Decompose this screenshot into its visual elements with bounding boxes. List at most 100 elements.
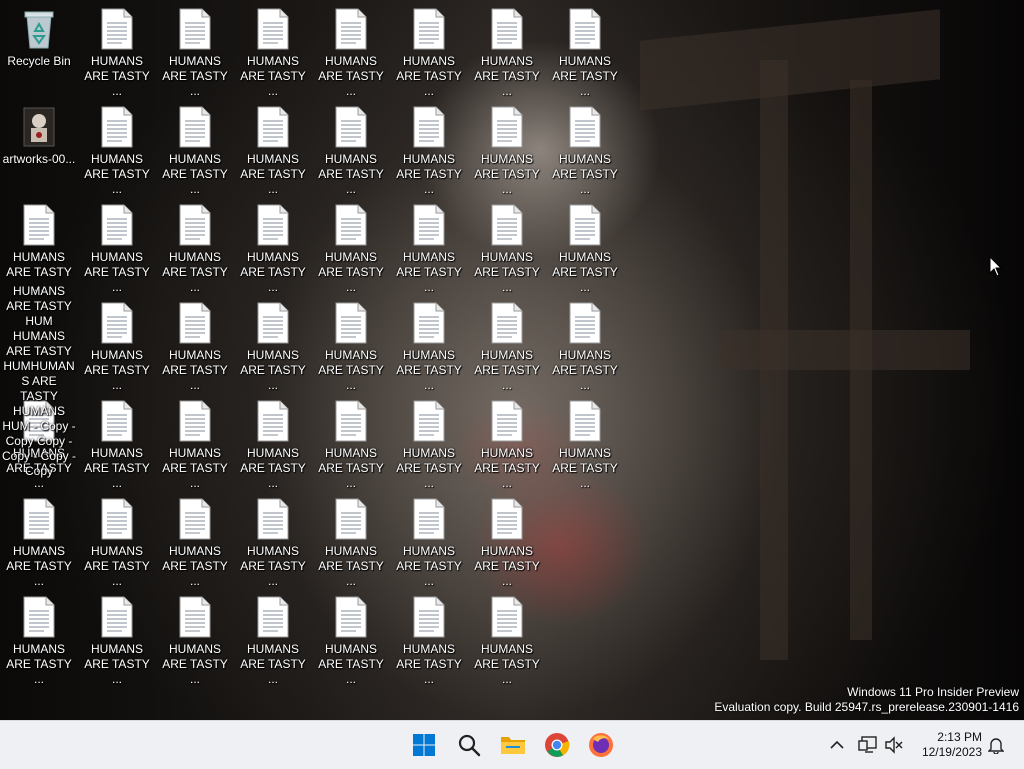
- text-document-icon: [23, 596, 55, 638]
- text-file[interactable]: HUMANS ARE TASTY ...: [391, 498, 467, 589]
- desktop-icon-label: HUMANS ARE TASTY ...: [240, 54, 306, 98]
- text-file[interactable]: HUMANS ARE TASTY ...: [313, 498, 389, 589]
- text-document-icon: [257, 8, 289, 50]
- wallpaper-chair-arm: [720, 330, 970, 370]
- text-document-icon: [101, 498, 133, 540]
- text-document-icon: [179, 596, 211, 638]
- text-file[interactable]: HUMANS ARE TASTY ...: [391, 106, 467, 197]
- text-file[interactable]: HUMANS ARE TASTY ...: [391, 302, 467, 393]
- text-file[interactable]: HUMANS ARE TASTY ...: [547, 302, 623, 393]
- text-file[interactable]: HUMANS ARE TASTY ...: [235, 204, 311, 295]
- desktop-icon-label: HUMANS ARE TASTY ...: [318, 152, 384, 196]
- text-file[interactable]: HUMANS ARE TASTY ...: [547, 106, 623, 197]
- text-document-icon: [335, 106, 367, 148]
- search-icon: [458, 734, 481, 757]
- desktop-icon-label: HUMANS ARE TASTY ...: [318, 446, 384, 490]
- text-file[interactable]: HUMANS ARE TASTY ...: [313, 596, 389, 687]
- text-file[interactable]: HUMANS ARE TASTY ...: [157, 204, 233, 295]
- folder-icon: [501, 737, 525, 754]
- text-file[interactable]: HUMANS ARE TASTY ...: [469, 596, 545, 687]
- text-document-icon: [491, 8, 523, 50]
- text-file[interactable]: HUMANS ARE TASTY ...: [157, 8, 233, 99]
- notifications-button[interactable]: [984, 729, 1008, 761]
- text-file[interactable]: HUMANS ARE TASTY ...: [157, 596, 233, 687]
- file-explorer-button[interactable]: [497, 729, 529, 761]
- recycle-bin[interactable]: Recycle Bin: [1, 8, 77, 69]
- text-file[interactable]: HUMANS ARE TASTY ...: [469, 302, 545, 393]
- desktop-icon-label: HUMANS ARE TASTY ...: [84, 152, 150, 196]
- text-document-icon: [179, 106, 211, 148]
- text-file[interactable]: HUMANS ARE TASTY ...: [79, 8, 155, 99]
- system-clock[interactable]: 2:13 PM 12/19/2023: [922, 730, 982, 760]
- clock-date: 12/19/2023: [921, 745, 982, 759]
- text-file[interactable]: HUMANS ARE TASTY ...: [157, 106, 233, 197]
- text-file[interactable]: HUMANS ARE TASTY ...: [469, 106, 545, 197]
- text-file[interactable]: HUMANS ARE TASTY ...: [79, 302, 155, 393]
- text-file[interactable]: HUMANS ARE TASTY ...: [1, 596, 77, 687]
- desktop-icon-label: HUMANS ARE TASTY ...: [240, 152, 306, 196]
- text-document-icon: [569, 204, 601, 246]
- text-file[interactable]: HUMANS ARE TASTY ...: [235, 498, 311, 589]
- text-file[interactable]: HUMANS ARE TASTY ...: [79, 106, 155, 197]
- chrome-button[interactable]: [541, 729, 573, 761]
- desktop-icon-label: HUMANS ARE TASTY ...: [474, 642, 540, 686]
- text-document-icon: [257, 596, 289, 638]
- desktop-icon-label: HUMANS ARE TASTY ...: [84, 54, 150, 98]
- text-file[interactable]: HUMANS ARE TASTY ...: [157, 498, 233, 589]
- overlapping-icon-labels[interactable]: HUMANS ARE TASTY HUM HUMANS ARE TASTY HU…: [1, 284, 77, 479]
- text-file[interactable]: HUMANS ARE TASTY ...: [235, 106, 311, 197]
- start-button[interactable]: [408, 729, 440, 761]
- text-file[interactable]: HUMANS ARE TASTY ...: [235, 302, 311, 393]
- show-hidden-icons-button[interactable]: [822, 729, 852, 761]
- text-file[interactable]: HUMANS ARE TASTY ...: [391, 204, 467, 295]
- text-file[interactable]: HUMANS ARE TASTY ...: [79, 204, 155, 295]
- text-file[interactable]: HUMANS ARE TASTY ...: [235, 8, 311, 99]
- artwork-file[interactable]: artworks-00...: [1, 106, 77, 167]
- text-file[interactable]: HUMANS ARE TASTY ...: [469, 8, 545, 99]
- network-status-button[interactable]: [856, 729, 880, 761]
- desktop-icon-label: HUMANS ARE TASTY ...: [240, 544, 306, 588]
- desktop-icon-label: HUMANS ARE TASTY ...: [396, 250, 462, 294]
- firefox-button[interactable]: [585, 729, 617, 761]
- text-document-icon: [413, 302, 445, 344]
- text-file[interactable]: HUMANS ARE TASTY ...: [469, 400, 545, 491]
- text-file[interactable]: HUMANS ARE TASTY ...: [235, 400, 311, 491]
- text-file[interactable]: HUMANS ARE TASTY ...: [469, 204, 545, 295]
- text-file[interactable]: HUMANS ARE TASTY ...: [313, 400, 389, 491]
- text-file[interactable]: HUMANS ARE TASTY ...: [313, 302, 389, 393]
- text-document-icon: [335, 302, 367, 344]
- text-file[interactable]: HUMANS ARE TASTY ...: [157, 302, 233, 393]
- text-file[interactable]: HUMANS ARE TASTY ...: [313, 106, 389, 197]
- volume-button[interactable]: [882, 729, 906, 761]
- text-file[interactable]: HUMANS ARE TASTY ...: [391, 596, 467, 687]
- text-file[interactable]: HUMANS ARE TASTY ...: [469, 498, 545, 589]
- text-file[interactable]: HUMANS ARE TASTY ...: [313, 204, 389, 295]
- text-file[interactable]: HUMANS ARE TASTY ...: [547, 400, 623, 491]
- text-file[interactable]: HUMANS ARE TASTY ...: [547, 204, 623, 295]
- chevron-up-icon: [830, 740, 844, 749]
- text-file[interactable]: HUMANS ARE TASTY ...: [1, 204, 77, 295]
- desktop-icon-label: HUMANS ARE TASTY ...: [474, 348, 540, 392]
- text-file[interactable]: HUMANS ARE TASTY ...: [313, 8, 389, 99]
- text-file[interactable]: HUMANS ARE TASTY ...: [391, 8, 467, 99]
- search-button[interactable]: [453, 729, 485, 761]
- text-document-icon: [179, 498, 211, 540]
- text-file[interactable]: HUMANS ARE TASTY ...: [157, 400, 233, 491]
- desktop-icon-label: HUMANS ARE TASTY ...: [240, 348, 306, 392]
- text-document-icon: [335, 596, 367, 638]
- desktop-icon-label: HUMANS ARE TASTY ...: [84, 446, 150, 490]
- desktop[interactable]: Recycle Bin HUMANS ARE TASTY ... HUMANS AR…: [0, 0, 1024, 720]
- text-file[interactable]: HUMANS ARE TASTY ...: [79, 400, 155, 491]
- text-file[interactable]: HUMANS ARE TASTY ...: [1, 498, 77, 589]
- text-file[interactable]: HUMANS ARE TASTY ...: [235, 596, 311, 687]
- text-file[interactable]: HUMANS ARE TASTY ...: [547, 8, 623, 99]
- text-file[interactable]: HUMANS ARE TASTY ...: [391, 400, 467, 491]
- text-document-icon: [179, 302, 211, 344]
- text-document-icon: [335, 8, 367, 50]
- clock-time: 2:13 PM: [937, 730, 982, 744]
- text-document-icon: [413, 8, 445, 50]
- text-file[interactable]: HUMANS ARE TASTY ...: [79, 596, 155, 687]
- recycle-bin-icon: [24, 11, 54, 49]
- desktop-icon-label: HUMANS ARE TASTY ...: [162, 642, 228, 686]
- text-file[interactable]: HUMANS ARE TASTY ...: [79, 498, 155, 589]
